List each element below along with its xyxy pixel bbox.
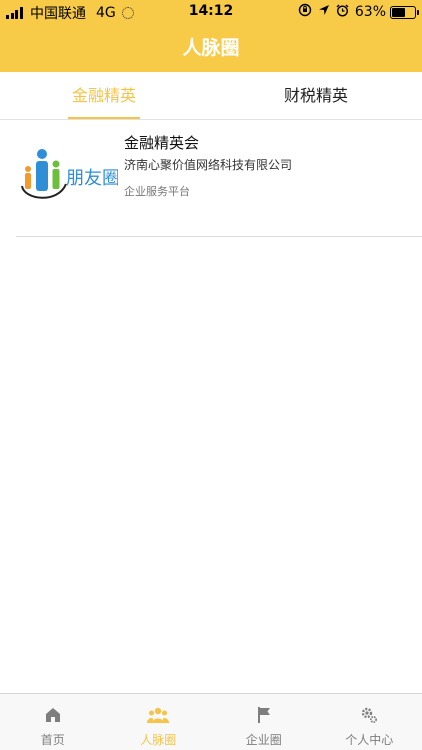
bottom-tab-bar: 首页 人脉圈 企业圈 个人中心: [0, 693, 422, 750]
gear-icon: [362, 707, 378, 723]
battery-icon: [390, 5, 419, 19]
carrier-name: 中国联通: [30, 6, 86, 22]
status-bar: 中国联通 4G 14:12 63%: [0, 0, 422, 24]
item-tag: 企业服务平台: [124, 185, 190, 198]
tabbar-contacts-label: 人脉圈: [140, 733, 177, 747]
alarm-icon: [336, 4, 349, 21]
tabbar-profile-label: 个人中心: [345, 733, 394, 747]
logo-text: 朋友圈: [66, 168, 118, 189]
tabbar-home[interactable]: 首页: [0, 694, 106, 750]
network-type: 4G: [96, 5, 116, 21]
item-title: 金融精英会: [124, 134, 200, 152]
tab-finance-elite[interactable]: 金融精英: [68, 72, 140, 119]
people-icon: [147, 707, 170, 723]
list-item[interactable]: 朋友圈 金融精英会 济南心聚价值网络科技有限公司 企业服务平台: [16, 120, 422, 237]
friends-circle-logo: 朋友圈: [18, 142, 120, 212]
tabbar-enterprise-label: 企业圈: [245, 733, 282, 747]
tabbar-home-label: 首页: [40, 733, 65, 747]
tabbar-profile[interactable]: 个人中心: [317, 694, 422, 750]
tabbar-contacts[interactable]: 人脉圈: [106, 694, 212, 750]
tab-tax-elite[interactable]: 财税精英: [280, 72, 352, 119]
flag-icon: [257, 707, 270, 723]
item-company: 济南心聚价值网络科技有限公司: [124, 158, 293, 172]
orientation-lock-icon: [298, 3, 312, 21]
home-icon: [45, 708, 60, 722]
battery-percent: 63%: [354, 4, 386, 20]
loading-icon: [121, 7, 134, 19]
tabbar-enterprise[interactable]: 企业圈: [211, 694, 317, 750]
signal-icon: [6, 7, 24, 19]
page-title: 人脉圈: [0, 24, 422, 72]
segment-tabs: 金融精英 财税精英: [0, 72, 422, 120]
location-icon: [318, 4, 330, 20]
